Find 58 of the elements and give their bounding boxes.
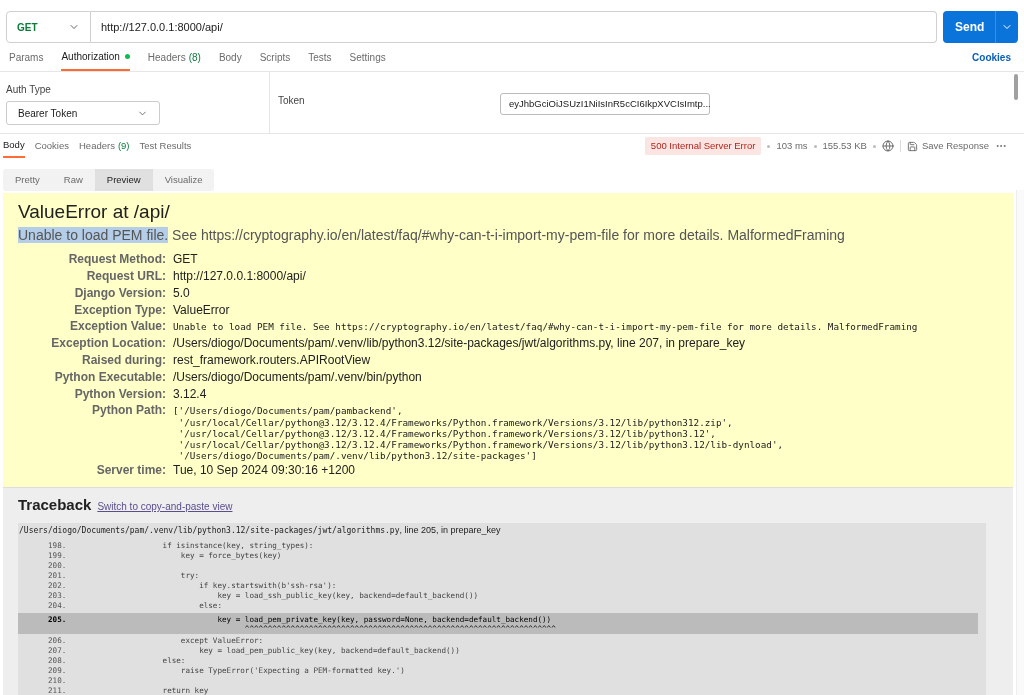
view-tab[interactable]: Raw [51, 169, 95, 192]
method-select[interactable]: GET [6, 11, 91, 43]
view-tab[interactable]: Pretty [3, 169, 52, 192]
request-tab[interactable]: Settings [349, 44, 386, 71]
status-badge: 500 Internal Server Error [644, 136, 762, 156]
response-tab[interactable]: Headers (9) [79, 134, 130, 158]
traceback-title: Traceback [18, 495, 92, 516]
meta-label: Request URL: [85, 267, 166, 285]
request-tab[interactable]: Tests [308, 44, 332, 71]
token-field[interactable]: eyJhbGciOiJSUzI1NiIsInR5cCI6IkpXVCIsImtp... [500, 93, 710, 115]
meta-value: 3.12.4 [173, 385, 208, 403]
response-tab[interactable]: Test Results [139, 134, 192, 158]
meta-label: Raised during: [81, 351, 166, 369]
meta-value: http://127.0.0.1:8000/api/ [173, 267, 307, 285]
view-tab[interactable]: Preview [94, 169, 153, 192]
meta-value: ValueError [173, 301, 231, 319]
scrollbar-thumb [1014, 74, 1018, 100]
meta-label: Python Path: [91, 402, 166, 420]
send-button[interactable]: Send [943, 11, 995, 43]
request-tab[interactable]: Headers (8) [147, 44, 201, 71]
copy-paste-view-link[interactable]: Switch to copy-and-paste view [97, 499, 233, 515]
response-time: 103 ms [776, 138, 808, 153]
error-title: ValueError at /api/ [18, 201, 171, 224]
meta-value: 5.0 [173, 284, 191, 302]
response-tab[interactable]: Cookies [34, 134, 69, 158]
save-response-button[interactable]: Save Response [906, 138, 989, 154]
auth-type-label: Auth Type [6, 83, 52, 97]
view-tab[interactable]: Visualize [152, 169, 215, 192]
meta-value: /Users/diogo/Documents/pam/.venv/bin/python [173, 368, 423, 386]
meta-value: rest_framework.routers.APIRootView [173, 351, 372, 369]
meta-label: Exception Location: [50, 335, 166, 352]
request-tab[interactable]: Scripts [259, 44, 291, 71]
response-tab[interactable]: Body [3, 134, 25, 158]
meta-label: Server time: [95, 462, 166, 480]
url-field[interactable]: http://127.0.0.1:8000/api/ [91, 11, 937, 43]
response-size: 155.53 KB [822, 138, 867, 153]
auth-type-select[interactable]: Bearer Token [6, 101, 160, 125]
save-icon [906, 140, 918, 152]
request-tab[interactable]: Params [9, 44, 44, 71]
meta-value: /Users/diogo/Documents/pam/.venv/lib/python3.12/site-packages/jwt/algorithms.py, line 207, in prepare_key [173, 335, 747, 352]
frame-location: /Users/diogo/Documents/pam/.venv/lib/python3.12/site-packages/jwt/algorithms.py, line 205, in prepare_key [18, 523, 502, 537]
meta-label: Django Version: [73, 284, 166, 302]
token-label: Token [278, 94, 306, 108]
meta-value: ['/Users/diogo/Documents/pam/pambackend', '/usr/local/Cellar/python@3.12/3.12.4/Frameworks/Python.framework/Versions/3.12/lib/python312.zip', '/usr/local/Cellar/python@3.12/3.12.4/Frameworks/Python.framework/Versions/3.12/lib/python3.12', '/usr/local/Cellar/python@3.12/3.12.4/Frameworks/Python.framework/Versions/3.12/lib/python3.12/lib-dynload', '/Users/diogo/Documents/pam/.venv/lib/python3.12/site-packages'] [173, 404, 785, 463]
send-options-button[interactable] [995, 11, 1018, 43]
meta-value: Tue, 10 Sep 2024 09:30:16 +1200 [173, 462, 357, 480]
request-tab[interactable]: Body [218, 44, 242, 71]
globe-icon[interactable] [881, 140, 894, 152]
meta-value: GET [173, 251, 199, 268]
meta-label: Exception Type: [73, 301, 166, 319]
request-tab[interactable]: Authorization [61, 44, 130, 71]
meta-label: Exception Value: [68, 318, 166, 336]
meta-value: Unable to load PEM file. See https://cryptography.io/en/latest/faq/#why-can-t-i-import-my-pem-file for more details. MalformedFraming [173, 320, 919, 335]
meta-label: Python Executable: [53, 368, 166, 386]
meta-label: Request Method: [67, 251, 166, 268]
cookies-link[interactable]: Cookies [972, 50, 1011, 65]
meta-label: Python Version: [73, 385, 166, 403]
error-message: Unable to load PEM file. See https://cryptography.io/en/latest/faq/#why-can-t-i-import-my-pem-file for more details. MalformedFraming [18, 226, 846, 246]
